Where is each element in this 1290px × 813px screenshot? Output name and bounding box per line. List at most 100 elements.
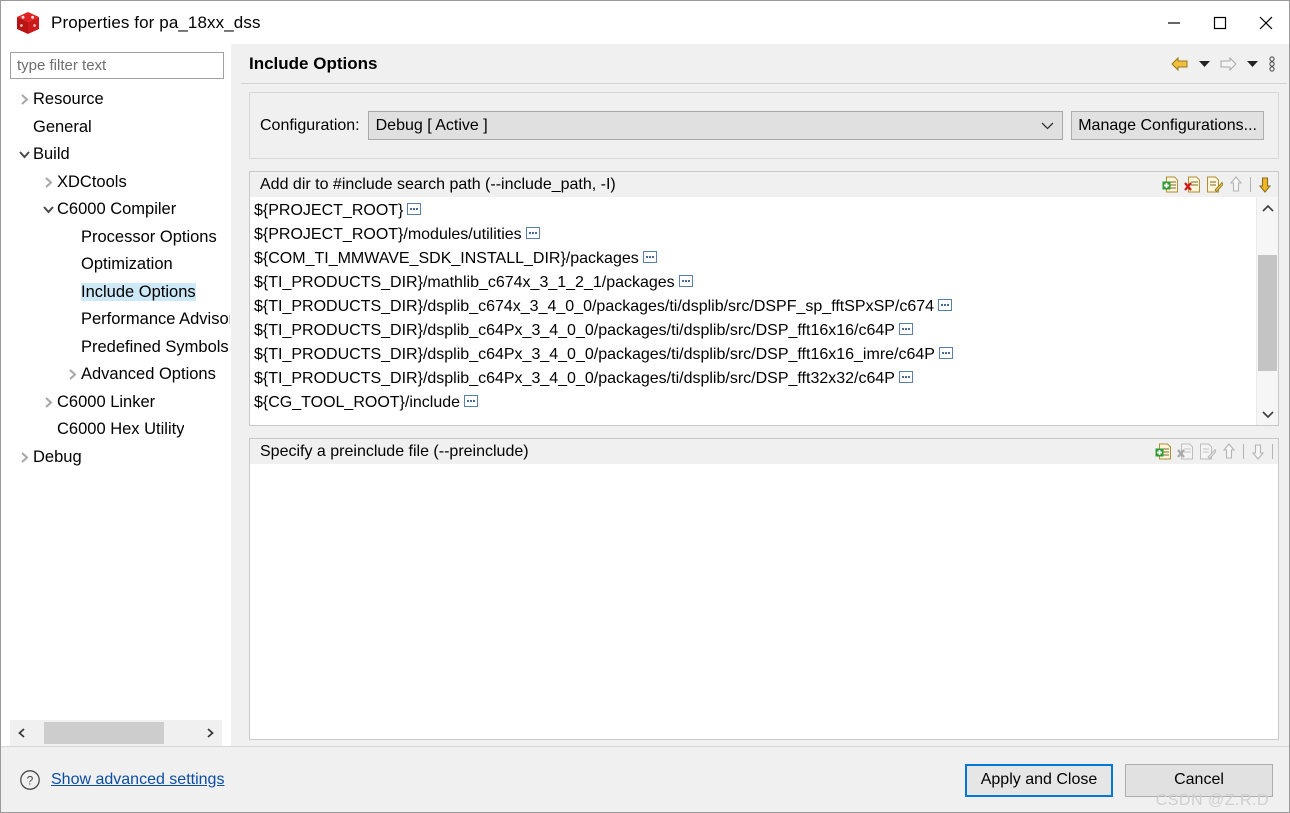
sidebar-item-advanced-options[interactable]: Advanced Options xyxy=(1,361,230,389)
forward-arrow-icon[interactable] xyxy=(1215,51,1241,77)
move-up-icon xyxy=(1220,443,1238,461)
chevron-right-icon[interactable] xyxy=(15,451,33,464)
sidebar-item-include-options[interactable]: Include Options xyxy=(1,279,230,307)
view-menu-icon[interactable] xyxy=(1263,51,1281,77)
include-paths-panel: Add dir to #include search path (--inclu… xyxy=(249,171,1279,426)
include-path-item[interactable]: ${PROJECT_ROOT} xyxy=(254,199,1256,223)
vscroll-track[interactable] xyxy=(1257,219,1278,403)
hscroll-thumb[interactable] xyxy=(44,722,164,744)
preinclude-body xyxy=(250,464,1278,739)
chevron-right-icon[interactable] xyxy=(63,368,81,381)
include-path-text: ${CG_TOOL_ROOT}/include xyxy=(254,394,461,411)
include-path-item[interactable]: ${COM_TI_MMWAVE_SDK_INSTALL_DIR}/package… xyxy=(254,247,1256,271)
chevron-right-icon[interactable] xyxy=(198,720,222,746)
sidebar-item-c6000-compiler[interactable]: C6000 Compiler xyxy=(1,196,230,224)
apply-and-close-button[interactable]: Apply and Close xyxy=(965,763,1113,797)
chevron-right-icon[interactable] xyxy=(39,396,57,409)
sidebar-item-build[interactable]: Build xyxy=(1,141,230,169)
chevron-down-icon[interactable] xyxy=(1257,403,1278,425)
preinclude-toolbar xyxy=(1154,439,1274,464)
dialog-body: Resource General Build XDCtools C6000 Compil… xyxy=(1,44,1289,746)
edit-icon[interactable] xyxy=(1205,176,1223,194)
show-advanced-settings-link[interactable]: Show advanced settings xyxy=(51,771,224,789)
toolbar-separator xyxy=(1250,177,1251,192)
configuration-select[interactable]: Debug [ Active ] xyxy=(367,111,1064,140)
chevron-down-icon[interactable] xyxy=(39,204,57,215)
help-icon[interactable]: ? xyxy=(19,769,41,791)
include-path-text: ${PROJECT_ROOT}/modules/utilities xyxy=(254,226,522,243)
include-path-text: ${TI_PRODUCTS_DIR}/mathlib_c674x_3_1_2_1… xyxy=(254,274,675,291)
chevron-up-icon[interactable] xyxy=(1257,197,1278,219)
include-path-item[interactable]: ${PROJECT_ROOT}/modules/utilities xyxy=(254,223,1256,247)
move-up-icon[interactable] xyxy=(1227,176,1245,194)
move-down-icon[interactable] xyxy=(1256,176,1274,194)
include-path-item[interactable]: ${TI_PRODUCTS_DIR}/mathlib_c674x_3_1_2_1… xyxy=(254,271,1256,295)
include-path-item[interactable]: ${TI_PRODUCTS_DIR}/dsplib_c674x_3_4_0_0/… xyxy=(254,295,1256,319)
include-path-item[interactable]: ${CG_TOOL_ROOT}/include xyxy=(254,391,1256,415)
filter-input[interactable] xyxy=(10,52,224,79)
include-paths-scrollbar[interactable] xyxy=(1256,197,1278,425)
close-button[interactable] xyxy=(1243,1,1289,44)
chevron-right-icon[interactable] xyxy=(39,176,57,189)
move-down-icon xyxy=(1249,443,1267,461)
settings-tree[interactable]: Resource General Build XDCtools C6000 Compil… xyxy=(1,85,230,720)
preinclude-header: Specify a preinclude file (--preinclude) xyxy=(250,439,1278,464)
sidebar-item-general[interactable]: General xyxy=(1,114,230,142)
sidebar-item-label: Optimization xyxy=(81,255,173,274)
sidebar-item-optimization[interactable]: Optimization xyxy=(1,251,230,279)
delete-icon[interactable] xyxy=(1183,176,1201,194)
sidebar-item-debug[interactable]: Debug xyxy=(1,444,230,472)
tree-horizontal-scrollbar[interactable] xyxy=(10,720,222,746)
include-paths-header: Add dir to #include search path (--inclu… xyxy=(250,172,1278,197)
add-icon[interactable] xyxy=(1161,176,1179,194)
edit-icon xyxy=(1198,443,1216,461)
vscroll-thumb[interactable] xyxy=(1258,255,1277,371)
chevron-right-icon[interactable] xyxy=(15,93,33,106)
sidebar-item-label: C6000 Linker xyxy=(57,392,156,411)
preinclude-label: Specify a preinclude file (--preinclude) xyxy=(260,442,529,460)
page-header: Include Options xyxy=(241,44,1287,84)
sidebar-item-resource[interactable]: Resource xyxy=(1,86,230,114)
delete-icon xyxy=(1176,443,1194,461)
sidebar-item-label: Performance Advisor xyxy=(81,310,230,329)
maximize-button[interactable] xyxy=(1197,1,1243,44)
minimize-button[interactable] xyxy=(1151,1,1197,44)
ellipsis-badge-icon xyxy=(525,226,540,244)
configuration-group: Configuration: Debug [ Active ] Manage C… xyxy=(249,92,1279,159)
ellipsis-badge-icon xyxy=(464,394,479,412)
include-paths-list[interactable]: ${PROJECT_ROOT} ${PROJECT_ROOT}/modules/u… xyxy=(250,197,1256,425)
forward-dropdown-icon[interactable] xyxy=(1243,51,1261,77)
sidebar-item-label: Processor Options xyxy=(81,227,217,246)
include-path-item[interactable]: ${TI_PRODUCTS_DIR}/dsplib_c64Px_3_4_0_0/… xyxy=(254,319,1256,343)
back-arrow-icon[interactable] xyxy=(1167,51,1193,77)
chevron-down-icon[interactable] xyxy=(15,149,33,160)
settings-page-panel: Include Options Configuration: Debug [A… xyxy=(241,44,1289,746)
manage-configurations-button[interactable]: Manage Configurations... xyxy=(1071,111,1264,140)
back-dropdown-icon[interactable] xyxy=(1195,51,1213,77)
add-icon[interactable] xyxy=(1154,443,1172,461)
sidebar-item-processor-options[interactable]: Processor Options xyxy=(1,224,230,252)
sidebar-item-c6000-linker[interactable]: C6000 Linker xyxy=(1,389,230,417)
hscroll-track[interactable] xyxy=(34,720,198,746)
ellipsis-badge-icon xyxy=(938,346,953,364)
panel-sash[interactable] xyxy=(231,44,241,746)
sidebar-item-xdctools[interactable]: XDCtools xyxy=(1,169,230,197)
chevron-left-icon[interactable] xyxy=(10,720,34,746)
include-path-item[interactable]: ${TI_PRODUCTS_DIR}/dsplib_c64Px_3_4_0_0/… xyxy=(254,343,1256,367)
ellipsis-badge-icon xyxy=(938,298,953,316)
toolbar-separator xyxy=(1243,444,1244,459)
include-path-text: ${PROJECT_ROOT} xyxy=(254,202,404,219)
include-path-item[interactable]: ${TI_PRODUCTS_DIR}/dsplib_c64Px_3_4_0_0/… xyxy=(254,367,1256,391)
ellipsis-badge-icon xyxy=(898,322,913,340)
title-bar: Properties for pa_18xx_dss xyxy=(1,1,1289,44)
sidebar-item-predefined-symbols[interactable]: Predefined Symbols xyxy=(1,334,230,362)
include-path-text: ${TI_PRODUCTS_DIR}/dsplib_c64Px_3_4_0_0/… xyxy=(254,370,895,387)
include-paths-label: Add dir to #include search path (--inclu… xyxy=(260,175,616,193)
preinclude-list[interactable] xyxy=(250,464,1278,739)
include-path-text: ${TI_PRODUCTS_DIR}/dsplib_c64Px_3_4_0_0/… xyxy=(254,346,935,363)
ellipsis-badge-icon xyxy=(898,370,913,388)
sidebar-item-c6000-hex-utility[interactable]: C6000 Hex Utility xyxy=(1,416,230,444)
filter-container xyxy=(1,52,230,85)
sidebar-item-performance-advisor[interactable]: Performance Advisor xyxy=(1,306,230,334)
cancel-button[interactable]: Cancel xyxy=(1125,763,1273,797)
